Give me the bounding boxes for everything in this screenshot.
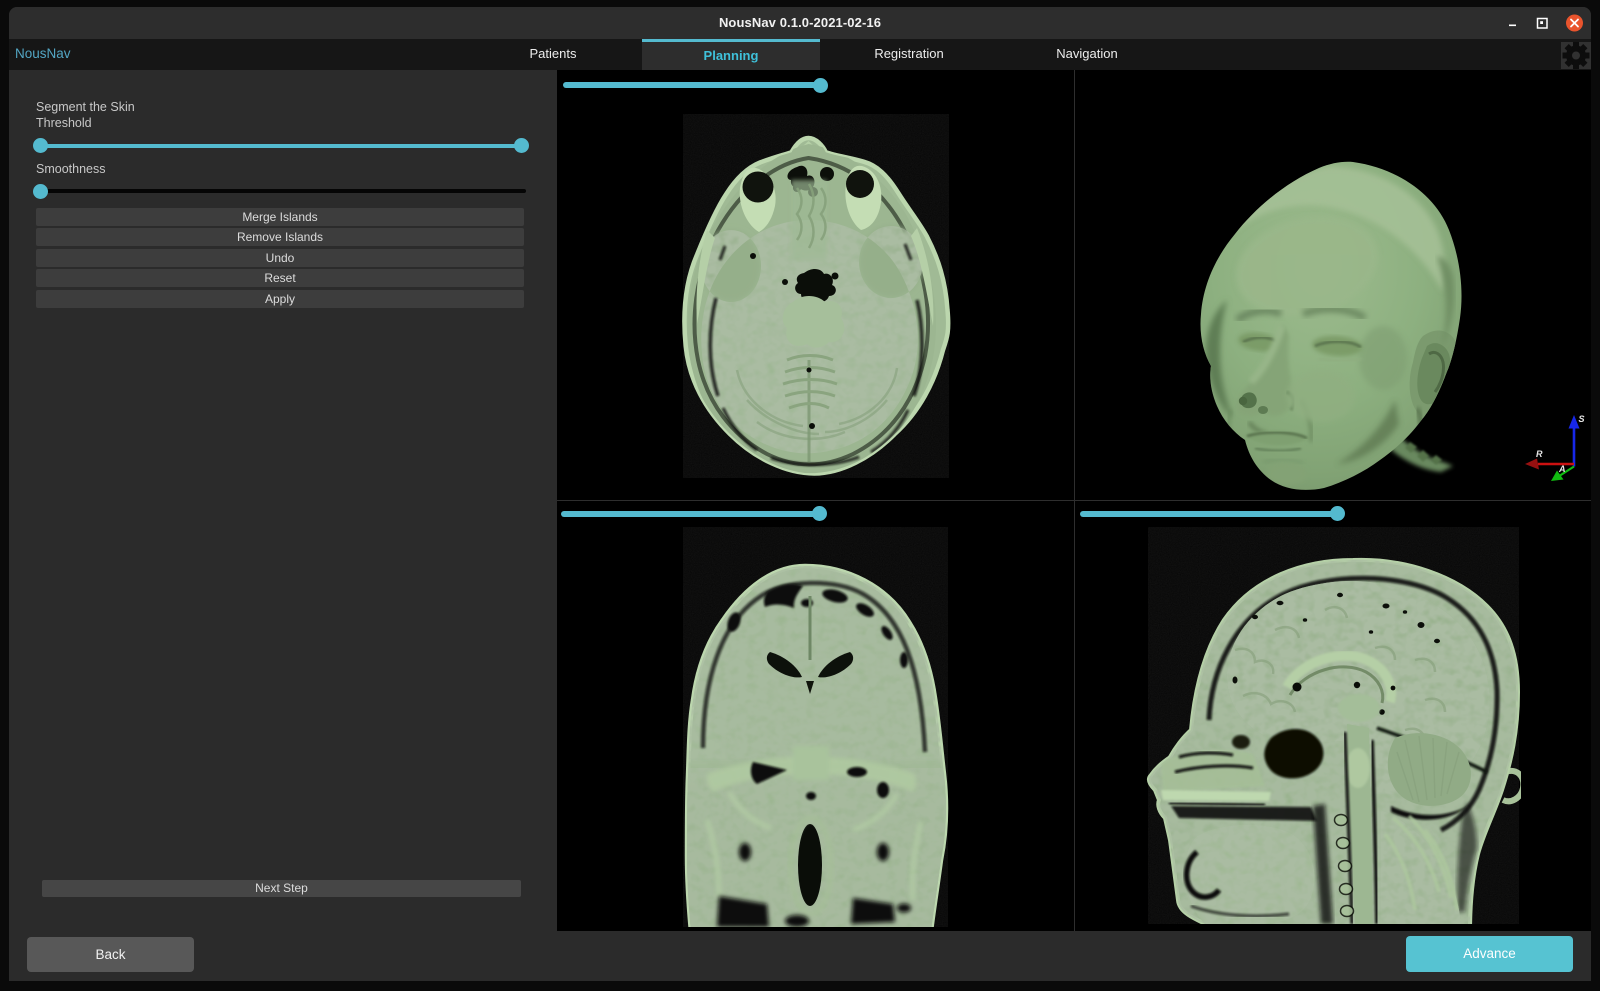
svg-text:S: S — [1578, 414, 1584, 424]
svg-text:A: A — [1558, 464, 1566, 474]
svg-text:R: R — [1536, 449, 1543, 459]
